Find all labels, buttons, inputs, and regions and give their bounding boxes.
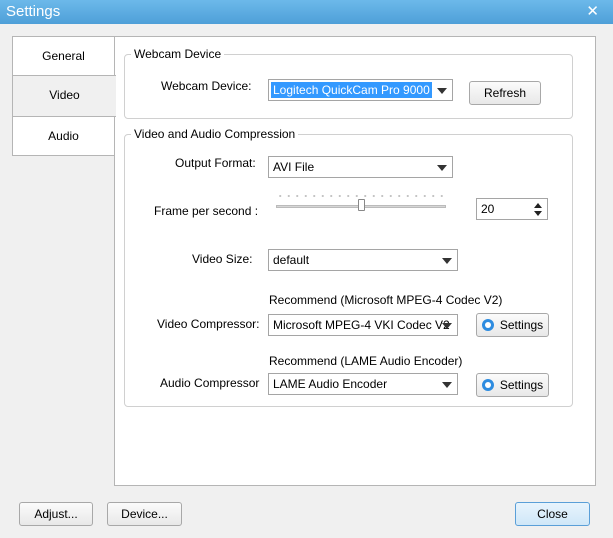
video-size-label: Video Size:: [192, 252, 253, 266]
audio-recommend-text: Recommend (LAME Audio Encoder): [269, 354, 463, 368]
output-format-value: AVI File: [273, 160, 315, 174]
spin-up-icon[interactable]: [534, 203, 542, 208]
fps-slider[interactable]: [276, 194, 446, 214]
window-title: Settings: [6, 3, 61, 20]
slider-ticks: [276, 194, 446, 198]
webcam-device-label: Webcam Device:: [161, 79, 252, 93]
webcam-device-group: Webcam Device Webcam Device: Logitech Qu…: [124, 47, 573, 119]
compression-group-title: Video and Audio Compression: [131, 127, 299, 141]
chevron-down-icon: [442, 258, 452, 264]
webcam-device-select[interactable]: Logitech QuickCam Pro 9000: [268, 79, 453, 101]
chevron-down-icon: [442, 323, 452, 329]
video-compressor-label: Video Compressor:: [157, 317, 260, 331]
output-format-select[interactable]: AVI File: [268, 156, 453, 178]
audio-compressor-value: LAME Audio Encoder: [273, 377, 388, 391]
tab-audio[interactable]: Audio: [12, 116, 115, 156]
slider-thumb[interactable]: [358, 199, 365, 211]
fps-value: 20: [481, 202, 495, 216]
close-button[interactable]: Close: [515, 502, 590, 526]
audio-compressor-label: Audio Compressor: [160, 376, 260, 390]
compression-group: Video and Audio Compression Output Forma…: [124, 127, 573, 407]
video-size-select[interactable]: default: [268, 249, 458, 271]
close-icon[interactable]: ✕: [586, 2, 599, 20]
video-settings-label: Settings: [499, 318, 544, 332]
settings-client-area: General Video Audio Webcam Device Webcam…: [0, 24, 613, 538]
refresh-button[interactable]: Refresh: [469, 81, 541, 105]
adjust-button[interactable]: Adjust...: [19, 502, 93, 526]
video-recommend-text: Recommend (Microsoft MPEG-4 Codec V2): [269, 293, 503, 307]
video-size-value: default: [273, 253, 310, 267]
video-settings-button[interactable]: Settings: [476, 313, 549, 337]
audio-settings-label: Settings: [499, 378, 544, 392]
audio-compressor-select[interactable]: LAME Audio Encoder: [268, 373, 458, 395]
fps-label: Frame per second :: [154, 204, 259, 218]
fps-spinner[interactable]: 20: [476, 198, 548, 220]
device-button[interactable]: Device...: [107, 502, 182, 526]
tab-general[interactable]: General: [12, 36, 115, 76]
tab-video-label: Video: [49, 88, 80, 102]
tab-video[interactable]: Video: [12, 75, 116, 117]
webcam-group-title: Webcam Device: [131, 47, 225, 61]
webcam-device-value: Logitech QuickCam Pro 9000: [271, 82, 432, 98]
output-format-label: Output Format:: [175, 156, 256, 170]
title-bar: Settings ✕: [0, 0, 613, 24]
chevron-down-icon: [437, 88, 447, 94]
tab-general-label: General: [42, 49, 85, 63]
settings-icon: [481, 379, 494, 391]
video-settings-panel: Webcam Device Webcam Device: Logitech Qu…: [114, 36, 596, 486]
chevron-down-icon: [437, 165, 447, 171]
tab-audio-label: Audio: [48, 129, 79, 143]
chevron-down-icon: [442, 382, 452, 388]
audio-settings-button[interactable]: Settings: [476, 373, 549, 397]
video-compressor-select[interactable]: Microsoft MPEG-4 VKI Codec V2: [268, 314, 458, 336]
video-compressor-value: Microsoft MPEG-4 VKI Codec V2: [273, 318, 450, 332]
settings-icon: [481, 319, 494, 331]
spin-down-icon[interactable]: [534, 211, 542, 216]
